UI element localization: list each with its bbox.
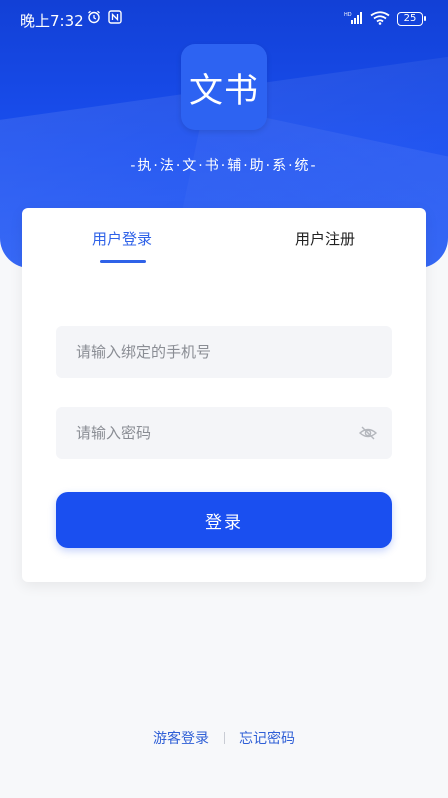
wifi-icon [370,11,390,25]
guest-login-link[interactable]: 游客登录 [153,728,209,748]
battery-icon: 25 [397,12,426,26]
status-time: 晚上7:32 [20,12,84,30]
link-divider [223,732,225,744]
svg-text:HD: HD [344,12,352,18]
tab-user-register[interactable]: 用户注册 [295,228,355,249]
forgot-password-link[interactable]: 忘记密码 [239,728,295,748]
tab-user-login[interactable]: 用户登录 [92,228,152,249]
app-slogan: -执·法·文·书·辅·助·系·统- [130,158,318,174]
app-logo: 文书 [181,44,267,130]
logo-text: 文书 [189,70,259,111]
footer-links: 游客登录 忘记密码 [0,728,448,748]
nfc-icon [108,10,122,24]
tab-active-indicator [100,260,146,263]
phone-input[interactable] [56,326,336,378]
signal-icon: HD [344,12,362,24]
login-card: 用户登录 用户注册 登录 [22,208,426,582]
status-bar: 晚上7:32 HD 25 [0,0,448,36]
login-button[interactable]: 登录 [56,492,392,548]
password-field [56,407,392,459]
phone-field [56,326,392,378]
eye-hidden-icon[interactable] [358,423,378,443]
alarm-icon [88,10,100,24]
password-input[interactable] [56,407,336,459]
